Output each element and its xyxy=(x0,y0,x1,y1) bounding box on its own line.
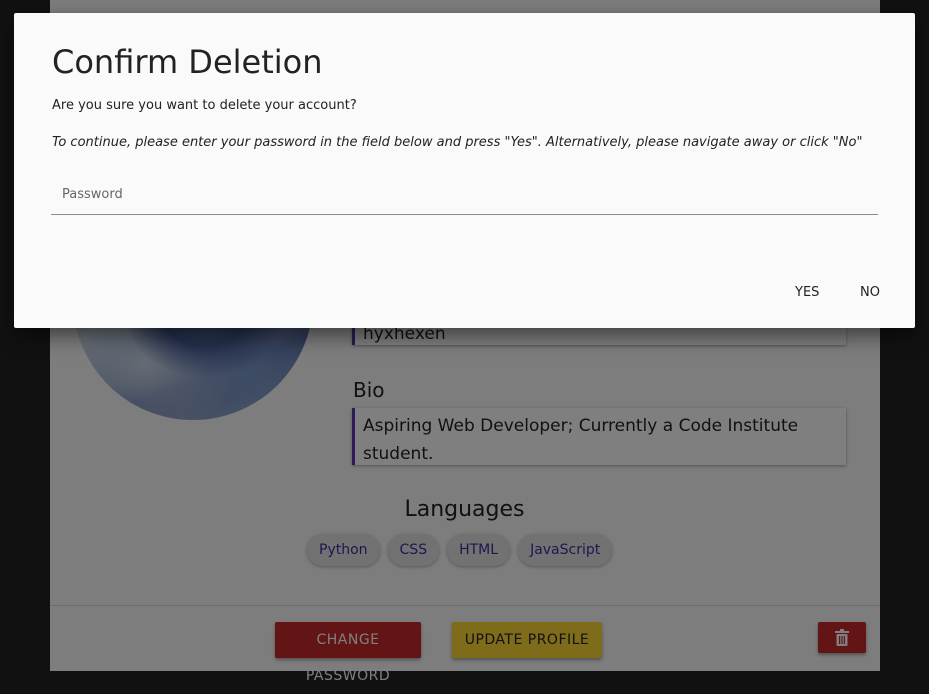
password-input[interactable] xyxy=(51,175,878,215)
modal-question: Are you sure you want to delete your acc… xyxy=(52,98,357,113)
modal-title: Confirm Deletion xyxy=(52,43,323,81)
modal-instructions: To continue, please enter your password … xyxy=(52,135,863,150)
yes-button[interactable]: YES xyxy=(789,281,825,304)
confirm-deletion-modal: Confirm Deletion Are you sure you want t… xyxy=(14,13,915,328)
no-button[interactable]: NO xyxy=(854,281,886,304)
